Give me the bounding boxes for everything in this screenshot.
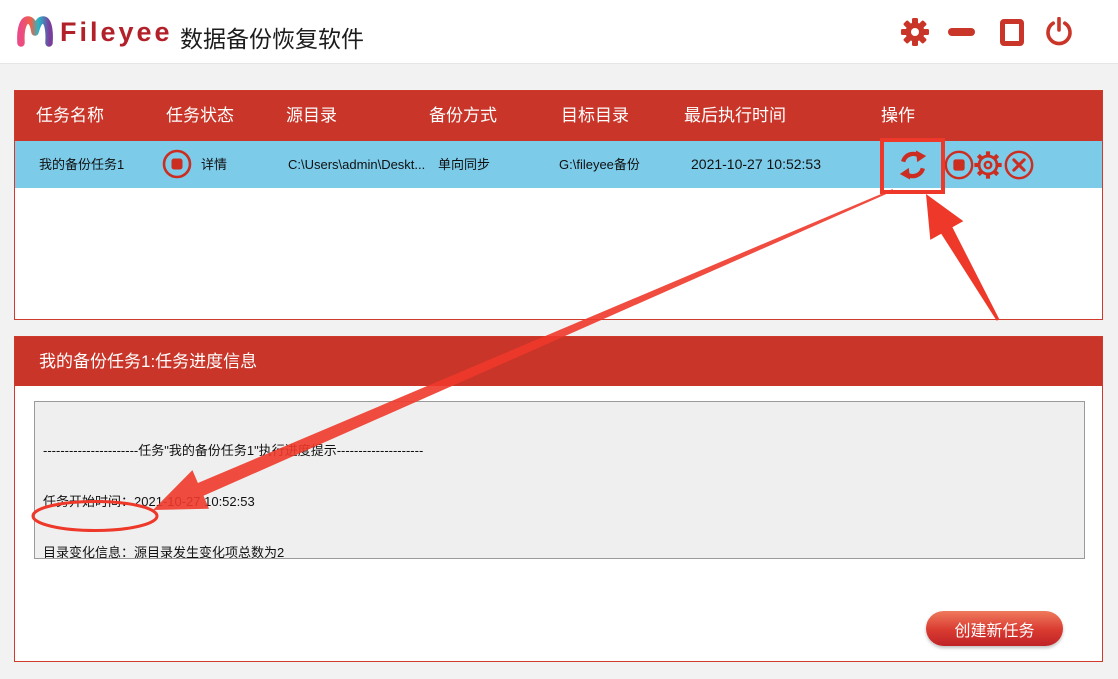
backup-mode-cell: 单向同步 bbox=[438, 141, 490, 188]
task-status-stop-icon bbox=[162, 149, 192, 179]
task-log-area[interactable]: ----------------------任务"我的备份任务1"执行进度提示-… bbox=[34, 401, 1085, 559]
progress-panel-title: 我的备份任务1:任务进度信息 bbox=[15, 337, 1102, 386]
column-header-target-dir: 目标目录 bbox=[561, 91, 629, 141]
task-name-cell: 我的备份任务1 bbox=[39, 141, 124, 188]
log-line: 目录变化信息：源目录发生变化项总数为2 bbox=[43, 544, 1076, 559]
create-task-button[interactable]: 创建新任务 bbox=[926, 611, 1063, 646]
brand-name: Fileyee bbox=[60, 17, 173, 48]
power-icon[interactable] bbox=[1044, 17, 1074, 47]
title-bar: Fileyee 数据备份恢复软件 bbox=[0, 0, 1118, 64]
task-list-panel: 任务名称 任务状态 源目录 备份方式 目标目录 最后执行时间 操作 我的备份任务… bbox=[14, 90, 1103, 320]
settings-gear-icon[interactable] bbox=[900, 17, 930, 47]
column-header-backup-mode: 备份方式 bbox=[429, 91, 497, 141]
source-dir-cell: C:\Users\admin\Deskt... bbox=[288, 141, 425, 188]
last-run-cell: 2021-10-27 10:52:53 bbox=[691, 141, 821, 188]
fileyee-logo-icon bbox=[14, 13, 56, 51]
column-header-last-run: 最后执行时间 bbox=[684, 91, 786, 141]
column-header-source-dir: 源目录 bbox=[286, 91, 337, 141]
task-row[interactable]: 我的备份任务1 详情 C:\Users\admin\Deskt... 单向同步 … bbox=[15, 141, 1102, 188]
column-header-task-status: 任务状态 bbox=[166, 91, 234, 141]
column-header-operations: 操作 bbox=[881, 91, 915, 141]
app-window: Fileyee 数据备份恢复软件 bbox=[0, 0, 1118, 679]
delete-task-button[interactable] bbox=[1003, 149, 1035, 181]
run-sync-button[interactable] bbox=[897, 149, 929, 181]
maximize-icon[interactable] bbox=[997, 17, 1027, 47]
task-settings-button[interactable] bbox=[972, 149, 1004, 181]
stop-task-button[interactable] bbox=[943, 149, 975, 181]
log-line: ----------------------任务"我的备份任务1"执行进度提示-… bbox=[43, 442, 1076, 459]
table-header-row: 任务名称 任务状态 源目录 备份方式 目标目录 最后执行时间 操作 bbox=[15, 91, 1102, 141]
target-dir-cell: G:\fileyee备份 bbox=[559, 141, 640, 188]
progress-panel: 我的备份任务1:任务进度信息 ----------------------任务"… bbox=[14, 336, 1103, 662]
app-title: 数据备份恢复软件 bbox=[180, 20, 364, 54]
log-line: 任务开始时间：2021-10-27 10:52:53 bbox=[43, 493, 1076, 510]
minimize-icon[interactable] bbox=[947, 17, 977, 47]
task-detail-link[interactable]: 详情 bbox=[201, 141, 227, 188]
column-header-task-name: 任务名称 bbox=[36, 91, 104, 141]
